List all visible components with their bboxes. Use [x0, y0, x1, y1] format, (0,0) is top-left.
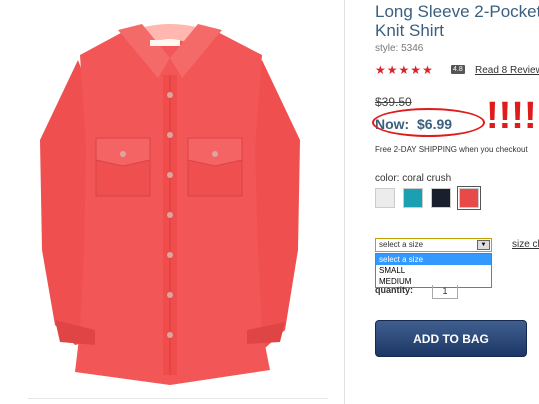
read-reviews-link[interactable]: Read 8 Reviews: [475, 65, 539, 76]
size-option[interactable]: SMALL: [376, 265, 491, 276]
star-icon: ★: [398, 63, 410, 77]
original-price: $39.50: [375, 95, 412, 109]
size-option[interactable]: select a size: [376, 254, 491, 265]
price-highlight-circle: [372, 108, 485, 137]
size-dropdown-list: select a size SMALL MEDIUM: [375, 253, 492, 288]
size-select-value: select a size: [379, 240, 424, 249]
star-icon: ★: [422, 63, 433, 77]
product-image: [40, 24, 300, 385]
product-image-panel: [0, 0, 345, 404]
color-label: color: coral crush: [375, 173, 452, 184]
star-icon: ★: [375, 63, 386, 77]
swatch-white[interactable]: [375, 188, 395, 208]
image-bottom-line: [28, 398, 328, 399]
chevron-down-icon[interactable]: ▼: [477, 240, 490, 250]
quantity-label: quantity:: [375, 285, 413, 295]
swatch-coral[interactable]: [457, 186, 481, 210]
swatch-navy[interactable]: [431, 188, 451, 208]
rating-badge: 4.8: [451, 65, 465, 74]
style-number: style: 5346: [375, 43, 424, 54]
product-title: Long Sleeve 2-Pocket Knit Shirt: [375, 2, 539, 40]
panel-divider: [344, 0, 345, 404]
size-chart-link[interactable]: size chart: [512, 239, 539, 250]
shipping-note: Free 2-DAY SHIPPING when you checkout: [375, 145, 528, 154]
swatch-teal[interactable]: [403, 188, 423, 208]
star-icon: ★: [410, 63, 422, 77]
size-select[interactable]: select a size ▼: [375, 238, 492, 252]
add-to-bag-button[interactable]: ADD TO BAG: [375, 320, 527, 357]
star-rating: ★ ★ ★ ★ ★: [375, 64, 433, 76]
color-swatches: [375, 186, 481, 210]
star-icon: ★: [386, 63, 398, 77]
quantity-input[interactable]: 1: [432, 285, 458, 299]
exclamation-annotation: !!!!: [486, 95, 537, 137]
